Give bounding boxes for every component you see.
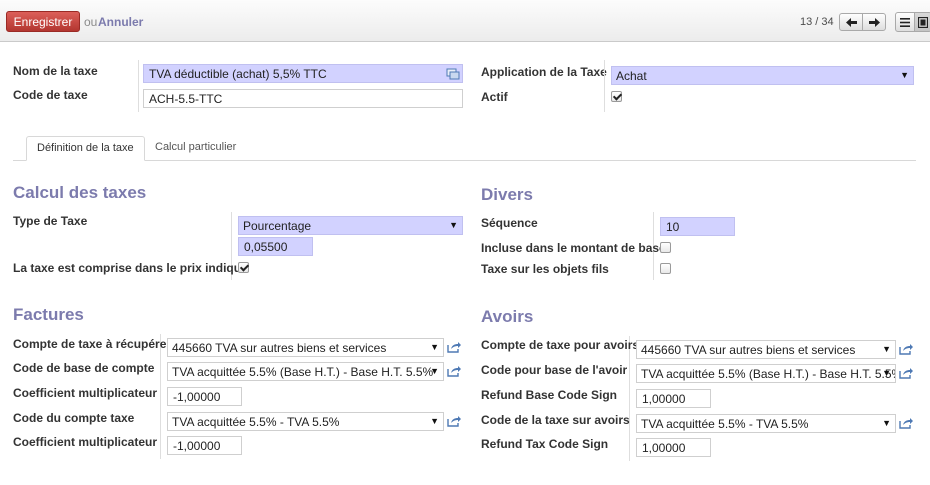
price-include-label: La taxe est comprise dans le prix indiqu… bbox=[13, 261, 248, 275]
external-link-icon[interactable] bbox=[899, 367, 913, 379]
application-select[interactable]: Achat ▼ bbox=[611, 66, 914, 85]
form-view-button[interactable] bbox=[914, 12, 930, 32]
cancel-link[interactable]: Annuler bbox=[98, 15, 143, 29]
refund-base-sign-input[interactable]: 1,00000 bbox=[636, 389, 711, 408]
external-link-icon[interactable] bbox=[447, 365, 461, 377]
tax-code-value: ACH-5.5-TTC bbox=[149, 92, 223, 106]
caret-down-icon: ▼ bbox=[900, 70, 909, 80]
tax-type-select[interactable]: Pourcentage ▼ bbox=[238, 216, 463, 235]
invoice-base-sign-value: -1,00000 bbox=[173, 390, 221, 404]
list-icon bbox=[900, 17, 910, 27]
caret-down-icon: ▼ bbox=[882, 368, 891, 378]
tab-special-computation[interactable]: Calcul particulier bbox=[145, 136, 246, 161]
child-tax-label: Taxe sur les objets fils bbox=[481, 262, 609, 276]
arrow-right-icon bbox=[868, 17, 880, 27]
section-title-factures: Factures bbox=[13, 305, 84, 324]
application-label: Application de la Taxe bbox=[481, 65, 607, 79]
invoice-tax-sign-input[interactable]: -1,00000 bbox=[167, 436, 242, 455]
refund-tax-code-label: Code de la taxe sur avoirs bbox=[481, 413, 630, 427]
tax-name-label: Nom de la taxe bbox=[13, 64, 98, 78]
refund-account-select[interactable]: 445660 TVA sur autres biens et services … bbox=[636, 340, 896, 359]
caret-down-icon: ▼ bbox=[430, 342, 439, 352]
section-title-divers: Divers bbox=[481, 185, 533, 204]
refund-base-sign-value: 1,00000 bbox=[642, 392, 686, 406]
invoice-tax-sign-label: Coefficient multiplicateur bbox=[13, 435, 158, 449]
field-separator bbox=[160, 334, 161, 459]
list-view-button[interactable] bbox=[895, 12, 915, 32]
refund-tax-sign-input[interactable]: 1,00000 bbox=[636, 438, 711, 457]
include-base-label: Incluse dans le montant de base bbox=[481, 241, 666, 255]
invoice-base-sign-input[interactable]: -1,00000 bbox=[167, 387, 242, 406]
caret-down-icon: ▼ bbox=[449, 220, 458, 230]
field-separator bbox=[629, 336, 630, 461]
section-title-calcul: Calcul des taxes bbox=[13, 183, 147, 202]
pager-counter: 13 / 34 bbox=[800, 16, 834, 28]
refund-account-value: 445660 TVA sur autres biens et services bbox=[641, 343, 856, 357]
arrow-left-icon bbox=[845, 17, 857, 27]
invoice-tax-code-value: TVA acquittée 5.5% - TVA 5.5% bbox=[172, 415, 340, 429]
form-icon bbox=[918, 16, 928, 28]
tax-code-input[interactable]: ACH-5.5-TTC bbox=[143, 89, 463, 108]
refund-tax-sign-label: Refund Tax Code Sign bbox=[481, 437, 609, 451]
invoice-account-label: Compte de taxe à récupérer bbox=[13, 337, 172, 351]
form-toolbar: Enregistrer ou Annuler 13 / 34 bbox=[0, 0, 930, 42]
tax-type-value: Pourcentage bbox=[243, 219, 312, 233]
application-value: Achat bbox=[616, 69, 647, 83]
caret-down-icon: ▼ bbox=[882, 344, 891, 354]
refund-account-label: Compte de taxe pour avoirs bbox=[481, 338, 640, 352]
pager-previous-button[interactable] bbox=[839, 13, 863, 31]
sequence-label: Séquence bbox=[481, 216, 538, 230]
tax-code-label: Code de taxe bbox=[13, 88, 88, 102]
translate-icon[interactable] bbox=[446, 68, 460, 80]
refund-tax-code-value: TVA acquittée 5.5% - TVA 5.5% bbox=[641, 417, 809, 431]
refund-base-sign-label: Refund Base Code Sign bbox=[481, 388, 618, 402]
active-label: Actif bbox=[481, 90, 508, 104]
invoice-account-select[interactable]: 445660 TVA sur autres biens et services … bbox=[167, 338, 444, 357]
caret-down-icon: ▼ bbox=[882, 418, 891, 428]
invoice-base-code-select[interactable]: TVA acquittée 5.5% (Base H.T.) - Base H.… bbox=[167, 362, 444, 381]
caret-down-icon: ▼ bbox=[430, 416, 439, 426]
field-separator bbox=[604, 60, 605, 112]
pager-next-button[interactable] bbox=[862, 13, 886, 31]
invoice-tax-code-select[interactable]: TVA acquittée 5.5% - TVA 5.5% ▼ bbox=[167, 412, 444, 431]
external-link-icon[interactable] bbox=[899, 417, 913, 429]
refund-base-code-label: Code pour base de l'avoir bbox=[481, 363, 628, 377]
tax-name-value: TVA déductible (achat) 5,5% TTC bbox=[149, 67, 327, 81]
field-separator bbox=[138, 60, 139, 112]
tax-amount-value: 0,05500 bbox=[244, 240, 288, 254]
invoice-base-code-label: Code de base de compte bbox=[13, 361, 155, 375]
external-link-icon[interactable] bbox=[899, 343, 913, 355]
invoice-base-code-value: TVA acquittée 5.5% (Base H.T.) - Base H.… bbox=[172, 365, 434, 379]
refund-base-code-value: TVA acquittée 5.5% (Base H.T.) - Base H.… bbox=[641, 367, 896, 381]
sequence-input[interactable]: 10 bbox=[660, 217, 735, 236]
invoice-tax-code-label: Code du compte taxe bbox=[13, 411, 135, 425]
tax-name-input[interactable]: TVA déductible (achat) 5,5% TTC bbox=[143, 64, 463, 83]
external-link-icon[interactable] bbox=[447, 415, 461, 427]
sequence-value: 10 bbox=[666, 220, 680, 234]
section-title-avoirs: Avoirs bbox=[481, 307, 534, 326]
save-button[interactable]: Enregistrer bbox=[6, 11, 80, 32]
or-text: ou bbox=[84, 15, 98, 29]
external-link-icon[interactable] bbox=[447, 341, 461, 353]
active-checkbox[interactable] bbox=[611, 91, 622, 102]
invoice-base-sign-label: Coefficient multiplicateur bbox=[13, 386, 158, 400]
refund-base-code-select[interactable]: TVA acquittée 5.5% (Base H.T.) - Base H.… bbox=[636, 364, 896, 383]
child-tax-checkbox[interactable] bbox=[660, 263, 671, 274]
tab-tax-definition[interactable]: Définition de la taxe bbox=[26, 136, 145, 161]
refund-tax-sign-value: 1,00000 bbox=[642, 441, 686, 455]
tax-amount-input[interactable]: 0,05500 bbox=[238, 237, 313, 256]
refund-tax-code-select[interactable]: TVA acquittée 5.5% - TVA 5.5% ▼ bbox=[636, 414, 896, 433]
invoice-account-value: 445660 TVA sur autres biens et services bbox=[172, 341, 387, 355]
price-include-checkbox[interactable] bbox=[238, 262, 249, 273]
tax-type-label: Type de Taxe bbox=[13, 214, 88, 228]
caret-down-icon: ▼ bbox=[430, 366, 439, 376]
invoice-tax-sign-value: -1,00000 bbox=[173, 439, 221, 453]
include-base-checkbox[interactable] bbox=[660, 242, 671, 253]
